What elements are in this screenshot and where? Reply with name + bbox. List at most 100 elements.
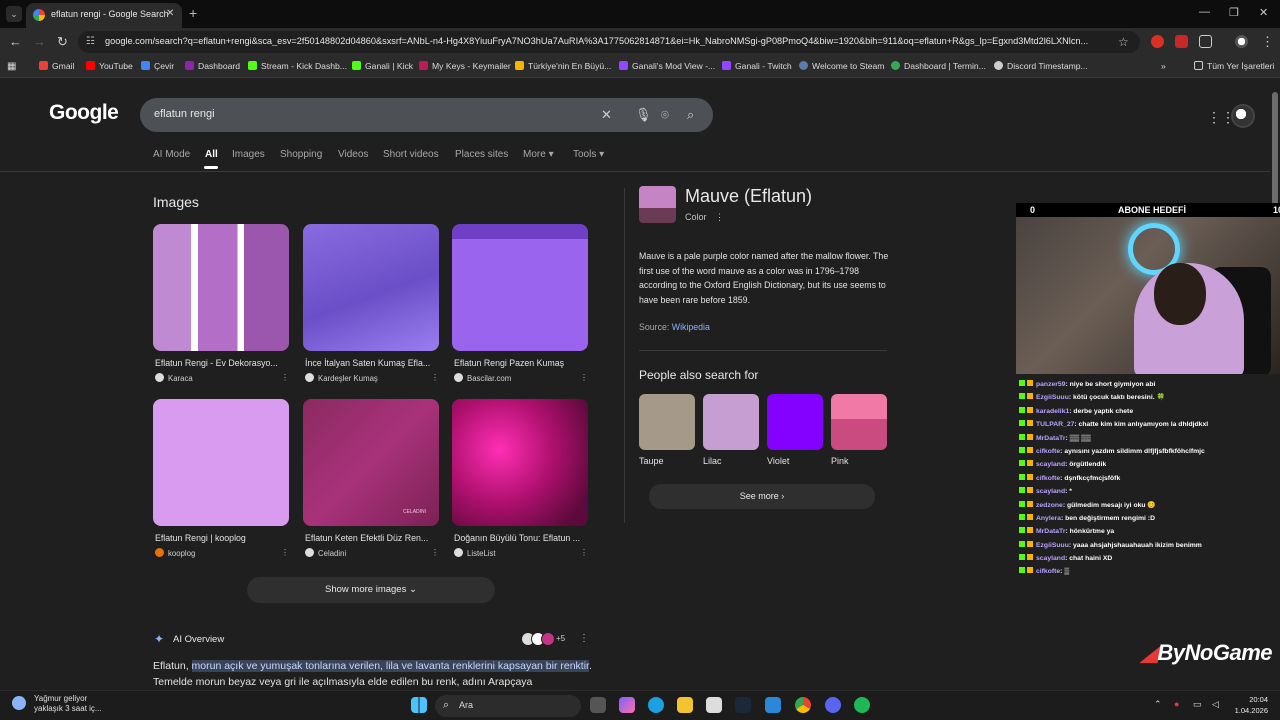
restore-icon[interactable]: ❐	[1229, 6, 1239, 19]
lens-search-icon[interactable]: ⌾	[661, 107, 669, 123]
bookmark-ganali-twitch[interactable]: Ganali - Twitch	[722, 61, 792, 71]
image-thumbnail[interactable]	[303, 224, 439, 351]
chrome-icon[interactable]	[795, 697, 811, 713]
more-options-icon[interactable]: ⋮	[580, 373, 588, 382]
tab-short-videos[interactable]: Short videos	[383, 149, 439, 160]
chat-username[interactable]: cifkofte	[1036, 568, 1060, 575]
bookmark-star-icon[interactable]: ☆	[1118, 35, 1129, 49]
tab-search-dropdown[interactable]: ⌄	[6, 6, 22, 22]
related-color-violet[interactable]: Violet	[767, 394, 823, 466]
related-color-pink[interactable]: Pink	[831, 394, 887, 466]
image-result[interactable]: Eflatun Rengi Pazen Kumaş Bascilar.com ⋮	[452, 224, 588, 383]
browser-tab-active[interactable]: eflatun rengi - Google Search ✕	[26, 3, 182, 28]
image-thumbnail[interactable]	[452, 399, 588, 526]
more-options-icon[interactable]: ⋮	[579, 633, 589, 644]
ai-overview-sources[interactable]	[521, 632, 555, 651]
chat-username[interactable]: panzer59	[1036, 381, 1065, 388]
bookmark-gmail[interactable]: Gmail	[39, 61, 74, 71]
violet-swatch[interactable]	[767, 394, 823, 450]
image-caption[interactable]: Eflatun Keten Efektli Düz Ren...	[305, 533, 435, 543]
task-view-icon[interactable]	[590, 697, 606, 713]
extension-shield-icon[interactable]	[1175, 35, 1188, 48]
chat-username[interactable]: scayland	[1036, 555, 1065, 562]
image-caption[interactable]: İnce İtalyan Saten Kumaş Efla...	[305, 358, 435, 368]
pink-swatch[interactable]	[831, 394, 887, 450]
weather-icon[interactable]	[12, 696, 26, 710]
address-bar[interactable]: ☷ google.com/search?q=eflatun+rengi&sca_…	[78, 31, 1140, 53]
start-menu-icon[interactable]	[411, 697, 427, 713]
taupe-swatch[interactable]	[639, 394, 695, 450]
more-options-icon[interactable]: ⋮	[281, 373, 289, 382]
image-thumbnail[interactable]: CELADINI	[303, 399, 439, 526]
account-avatar[interactable]	[1231, 104, 1255, 128]
chat-username[interactable]: scayland	[1036, 461, 1065, 468]
tray-overflow-icon[interactable]: ⌃	[1154, 699, 1162, 710]
close-tab-icon[interactable]: ✕	[166, 8, 174, 19]
discord-icon[interactable]	[825, 697, 841, 713]
chat-username[interactable]: cifkofte	[1036, 448, 1060, 455]
related-color-label[interactable]: Lilac	[703, 456, 722, 466]
microphone-icon[interactable]: ●	[1174, 699, 1179, 709]
voice-search-icon[interactable]: 🎙	[635, 107, 652, 123]
extension-red-icon[interactable]	[1151, 35, 1164, 48]
chat-username[interactable]: zedzone	[1036, 502, 1063, 509]
bookmark-kick-dashboard[interactable]: Stream - Kick Dashb...	[248, 61, 347, 71]
related-color-taupe[interactable]: Taupe	[639, 394, 695, 466]
bookmark-terminal-dashboard[interactable]: Dashboard | Termin...	[891, 61, 986, 71]
bookmark-dashboard[interactable]: Dashboard	[185, 61, 240, 71]
image-result[interactable]: İnce İtalyan Saten Kumaş Efla... Kardeşl…	[303, 224, 439, 383]
chat-username[interactable]: Anylera	[1036, 515, 1061, 522]
tab-all[interactable]: All	[205, 149, 218, 160]
network-icon[interactable]: ▭	[1193, 699, 1202, 710]
chat-username[interactable]: karadelik1	[1036, 408, 1069, 415]
file-explorer-icon[interactable]	[677, 697, 693, 713]
related-color-lilac[interactable]: Lilac	[703, 394, 759, 466]
see-more-button[interactable]: See more ›	[649, 484, 875, 509]
copilot-icon[interactable]	[619, 697, 635, 713]
tab-shopping[interactable]: Shopping	[280, 149, 322, 160]
tab-places-sites[interactable]: Places sites	[455, 149, 508, 160]
image-thumbnail[interactable]	[153, 399, 289, 526]
all-bookmarks-folder[interactable]: Tüm Yer İşaretleri	[1194, 61, 1274, 71]
mail-icon[interactable]	[765, 697, 781, 713]
bookmark-cevir[interactable]: Çevir	[141, 61, 174, 71]
image-thumbnail[interactable]	[452, 224, 588, 351]
chat-username[interactable]: TULPAR_27	[1036, 421, 1074, 428]
volume-icon[interactable]: ◁	[1212, 699, 1219, 710]
tab-videos[interactable]: Videos	[338, 149, 368, 160]
image-result[interactable]: CELADINI Eflatun Keten Efektli Düz Ren..…	[303, 399, 439, 558]
bookmark-ganali-kick[interactable]: Ganali | Kick	[352, 61, 413, 71]
bookmark-turkiye[interactable]: Türkiye'nin En Büyü...	[515, 61, 611, 71]
image-result[interactable]: Doğanın Büyülü Tonu: Eflatun ... ListeLi…	[452, 399, 588, 558]
back-arrow-icon[interactable]: ←	[9, 34, 22, 49]
chat-username[interactable]: EzgiiSuuu	[1036, 542, 1069, 549]
bookmark-mod-view[interactable]: Ganali's Mod View -...	[619, 61, 715, 71]
related-color-label[interactable]: Violet	[767, 456, 789, 466]
browser-menu-icon[interactable]: ⋮	[1261, 34, 1274, 50]
profile-avatar-icon[interactable]	[1235, 35, 1248, 48]
more-options-icon[interactable]: ⋮	[281, 548, 289, 557]
tab-images[interactable]: Images	[232, 149, 265, 160]
clock[interactable]: 20:04 1.04.2026	[1232, 694, 1268, 716]
image-caption[interactable]: Eflatun Rengi Pazen Kumaş	[454, 358, 584, 368]
apps-grid-icon[interactable]: ▦	[7, 61, 16, 72]
scrollbar-thumb[interactable]	[1272, 92, 1278, 212]
wikipedia-link[interactable]: Wikipedia	[672, 322, 710, 332]
image-caption[interactable]: Eflatun Rengi - Ev Dekorasyo...	[155, 358, 285, 368]
search-icon[interactable]: ⌕	[687, 107, 694, 123]
related-color-label[interactable]: Pink	[831, 456, 849, 466]
lilac-swatch[interactable]	[703, 394, 759, 450]
tab-more[interactable]: More ▾	[523, 149, 554, 160]
edge-icon[interactable]	[648, 697, 664, 713]
close-window-icon[interactable]: ✕	[1259, 6, 1268, 19]
related-color-label[interactable]: Taupe	[639, 456, 664, 466]
store-icon[interactable]	[706, 697, 722, 713]
image-result[interactable]: Eflatun Rengi - Ev Dekorasyo... Karaca ⋮	[153, 224, 289, 383]
forward-arrow-icon[interactable]: →	[33, 34, 46, 49]
more-options-icon[interactable]: ⋮	[431, 373, 439, 382]
more-options-icon[interactable]: ⋮	[580, 548, 588, 557]
bookmarks-overflow-icon[interactable]: »	[1161, 61, 1166, 71]
chat-username[interactable]: cifkofte	[1036, 475, 1060, 482]
chat-username[interactable]: scayland	[1036, 488, 1065, 495]
minimize-icon[interactable]: —	[1199, 6, 1210, 18]
